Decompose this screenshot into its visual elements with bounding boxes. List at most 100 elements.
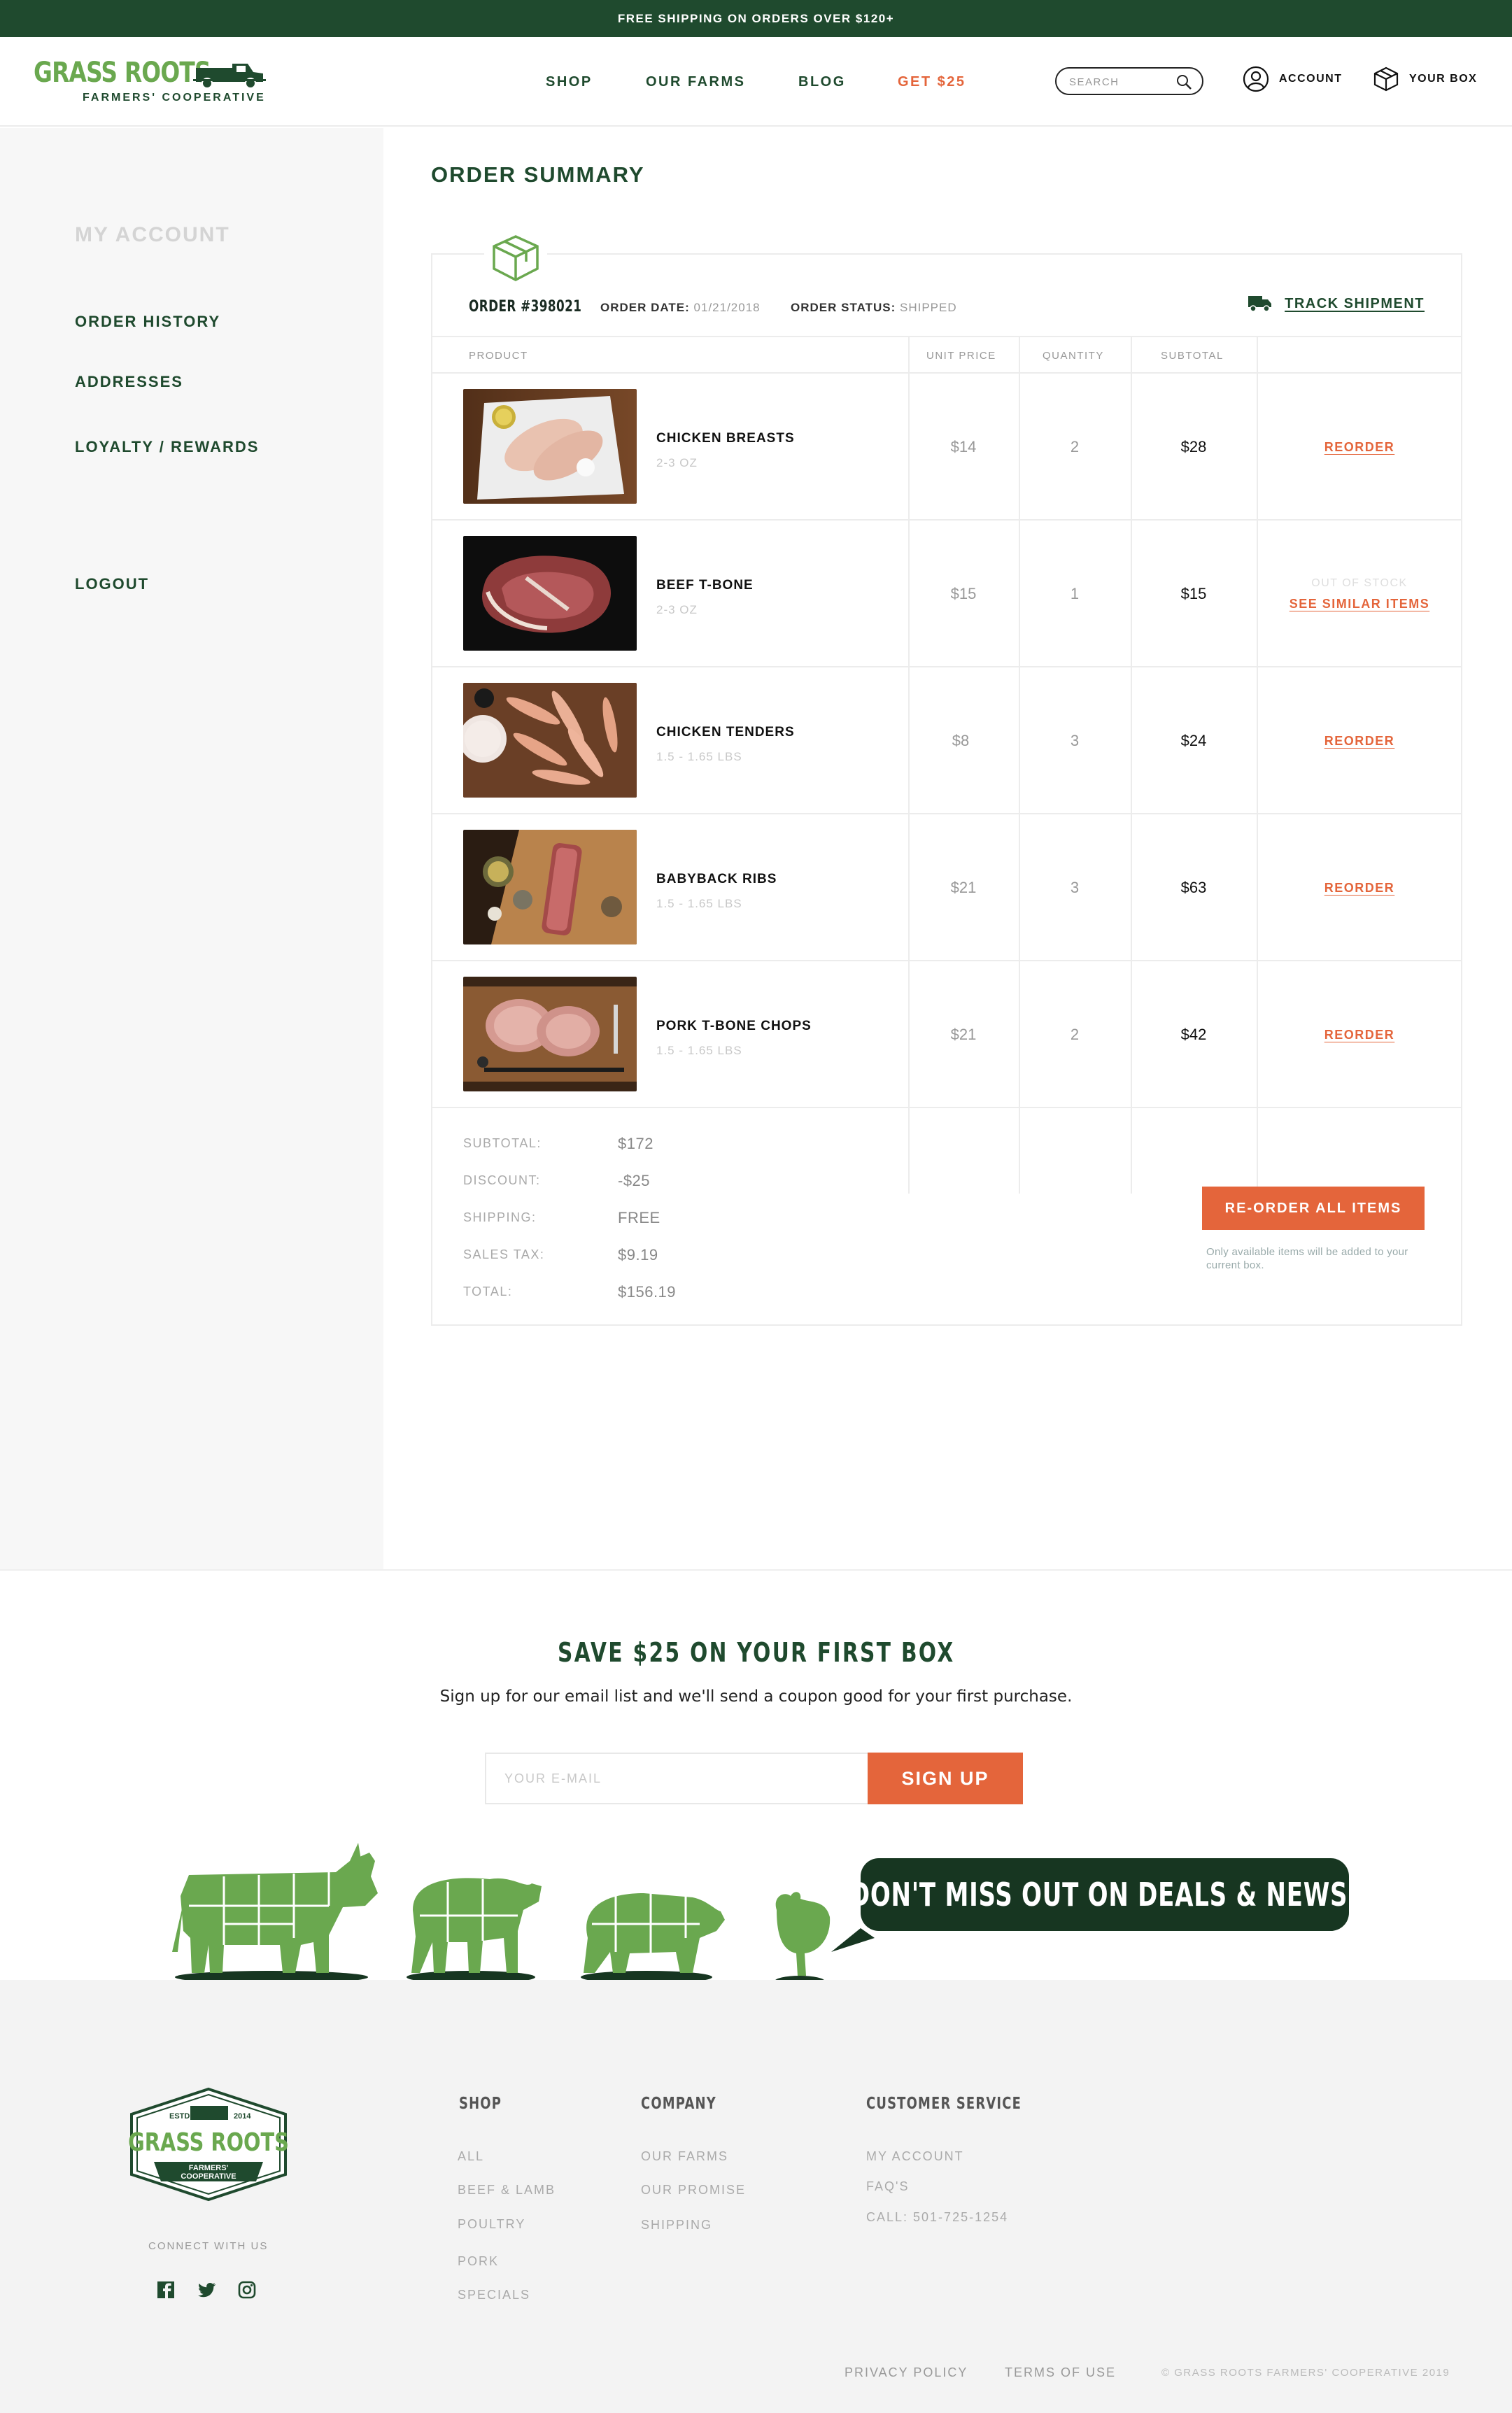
col-unit-price: UNIT PRICE: [926, 349, 996, 362]
product-weight: 1.5 - 1.65 LBS: [656, 750, 742, 763]
product-name[interactable]: PORK T-BONE CHOPS: [656, 1019, 812, 1034]
track-shipment-label: TRACK SHIPMENT: [1285, 295, 1425, 311]
sign-up-button[interactable]: SIGN UP: [868, 1753, 1023, 1804]
footer-link-pork[interactable]: PORK: [458, 2254, 499, 2269]
account-link[interactable]: ACCOUNT: [1243, 65, 1343, 93]
your-box-label: YOUR BOX: [1409, 73, 1478, 85]
promo-text: FREE SHIPPING ON ORDERS OVER $120+: [617, 11, 895, 25]
footer-link-faqs[interactable]: FAQ'S: [866, 2179, 909, 2194]
quantity: 2: [1070, 438, 1080, 455]
quantity: 2: [1070, 1026, 1080, 1043]
quantity: 3: [1070, 879, 1080, 896]
facebook-icon[interactable]: [155, 2279, 176, 2300]
search-box[interactable]: [1055, 67, 1203, 95]
search-input[interactable]: [1069, 74, 1167, 90]
search-icon[interactable]: [1175, 73, 1192, 90]
order-date: ORDER DATE: 01/21/2018: [600, 301, 761, 315]
footer-link-my-account[interactable]: MY ACCOUNT: [866, 2149, 964, 2164]
brand-title: GRASS ROOTS: [34, 57, 211, 89]
brand-logo[interactable]: GRASS ROOTS FARMERS' COOPERATIVE: [34, 57, 266, 113]
sidebar-item-logout[interactable]: LOGOUT: [75, 575, 149, 593]
table-header: PRODUCT UNIT PRICE QUANTITY SUBTOTAL: [432, 337, 1461, 374]
sales-tax-value: $9.19: [618, 1246, 658, 1264]
product-image-babyback-ribs[interactable]: [463, 830, 637, 944]
footer-link-specials[interactable]: SPECIALS: [458, 2288, 530, 2302]
discount-value: -$25: [618, 1172, 651, 1189]
instagram-icon[interactable]: [236, 2279, 257, 2300]
reorder-link[interactable]: REORDER: [1324, 734, 1395, 749]
site-header: GRASS ROOTS FARMERS' COOPERATIVE SHOP OU…: [0, 37, 1512, 127]
footer-link-our-farms[interactable]: OUR FARMS: [641, 2149, 728, 2164]
shipping-value: FREE: [618, 1209, 660, 1226]
product-name[interactable]: BEEF T-BONE: [656, 578, 754, 593]
reorder-link[interactable]: REORDER: [1324, 440, 1395, 455]
terms-of-use-link[interactable]: TERMS OF USE: [1005, 2365, 1116, 2380]
box-icon: [1373, 66, 1399, 92]
unit-price: $14: [950, 438, 977, 455]
sidebar-item-order-history[interactable]: ORDER HISTORY: [75, 313, 220, 331]
shipping-label: SHIPPING:: [463, 1210, 537, 1224]
product-weight: 2-3 OZ: [656, 456, 698, 469]
page-title: ORDER SUMMARY: [431, 162, 645, 187]
line-subtotal: $63: [1180, 879, 1207, 896]
product-name[interactable]: BABYBACK RIBS: [656, 872, 777, 887]
line-subtotal: $28: [1180, 438, 1207, 455]
order-status: ORDER STATUS: SHIPPED: [791, 301, 957, 315]
nav-shop[interactable]: SHOP: [546, 74, 593, 90]
unit-price: $8: [952, 732, 970, 749]
reorder-note: Only available items will be added to yo…: [1206, 1246, 1408, 1271]
product-image-chicken-breasts[interactable]: [463, 389, 637, 504]
privacy-policy-link[interactable]: PRIVACY POLICY: [845, 2365, 968, 2380]
footer-logo-badge[interactable]: ESTD. 2014 GRASS ROOTS FARMERS' COOPERAT…: [126, 2086, 291, 2202]
account-sidebar: MY ACCOUNT ORDER HISTORY ADDRESSES LOYAL…: [0, 128, 383, 1569]
product-weight: 1.5 - 1.65 LBS: [656, 1044, 742, 1057]
footer-link-poultry[interactable]: POULTRY: [458, 2217, 525, 2232]
line-subtotal: $15: [1180, 585, 1207, 602]
see-similar-items-link[interactable]: SEE SIMILAR ITEMS: [1290, 597, 1430, 611]
track-shipment-link[interactable]: TRACK SHIPMENT: [1248, 290, 1425, 318]
table-row: CHICKEN BREASTS 2-3 OZ $14 2 $28 REORDER: [432, 374, 1461, 521]
row-actions: REORDER: [1258, 814, 1461, 961]
truck-icon: [1248, 296, 1272, 312]
reorder-link[interactable]: REORDER: [1324, 881, 1395, 896]
subtotal-label: SUBTOTAL:: [463, 1136, 542, 1150]
order-card: ORDER #398021 ORDER DATE: 01/21/2018 ORD…: [431, 231, 1462, 1326]
user-icon: [1243, 66, 1269, 92]
badge-line2: COOPERATIVE: [181, 2172, 236, 2181]
newsletter-title-text: SAVE $25 ON YOUR FIRST BOX: [557, 1637, 955, 1668]
row-actions: OUT OF STOCK SEE SIMILAR ITEMS: [1258, 521, 1461, 667]
sales-tax-label: SALES TAX:: [463, 1247, 545, 1261]
footer-link-beef-lamb[interactable]: BEEF & LAMB: [458, 2183, 556, 2198]
product-name[interactable]: CHICKEN TENDERS: [656, 725, 795, 740]
brand-subtitle: FARMERS' COOPERATIVE: [83, 92, 266, 104]
email-field[interactable]: [485, 1753, 868, 1804]
footer-link-shipping[interactable]: SHIPPING: [641, 2218, 712, 2232]
reorder-all-button[interactable]: RE-ORDER ALL ITEMS: [1202, 1187, 1425, 1230]
row-actions: REORDER: [1258, 961, 1461, 1108]
twitter-icon[interactable]: [196, 2279, 217, 2300]
account-label: ACCOUNT: [1279, 73, 1343, 85]
table-row: BEEF T-BONE 2-3 OZ $15 1 $15 OUT OF STOC…: [432, 521, 1461, 667]
total-label: TOTAL:: [463, 1285, 513, 1299]
footer-link-our-promise[interactable]: OUR PROMISE: [641, 2183, 746, 2198]
product-image-beef-t-bone[interactable]: [463, 536, 637, 651]
sidebar-item-loyalty-rewards[interactable]: LOYALTY / REWARDS: [75, 438, 259, 456]
sheep-icon: [411, 1878, 542, 1973]
footer-link-phone[interactable]: CALL: 501-725-1254: [866, 2210, 1008, 2225]
sidebar-item-addresses[interactable]: ADDRESSES: [75, 373, 183, 391]
section-divider: [0, 1569, 1512, 1571]
footer-link-all[interactable]: ALL: [458, 2149, 484, 2164]
discount-label: DISCOUNT:: [463, 1173, 541, 1187]
your-box-link[interactable]: YOUR BOX: [1373, 65, 1477, 93]
unit-price: $21: [950, 1026, 977, 1043]
line-subtotal: $42: [1180, 1026, 1207, 1043]
reorder-link[interactable]: REORDER: [1324, 1028, 1395, 1042]
product-name[interactable]: CHICKEN BREASTS: [656, 431, 795, 446]
nav-get-25[interactable]: GET $25: [898, 74, 966, 90]
badge-year: 2014: [234, 2112, 251, 2121]
nav-our-farms[interactable]: OUR FARMS: [646, 74, 746, 90]
nav-blog[interactable]: BLOG: [798, 74, 846, 90]
product-image-chicken-tenders[interactable]: [463, 683, 637, 798]
footer-col-customer-service-title: CUSTOMER SERVICE: [866, 2095, 1022, 2113]
product-image-pork-t-bone-chops[interactable]: [463, 977, 637, 1091]
